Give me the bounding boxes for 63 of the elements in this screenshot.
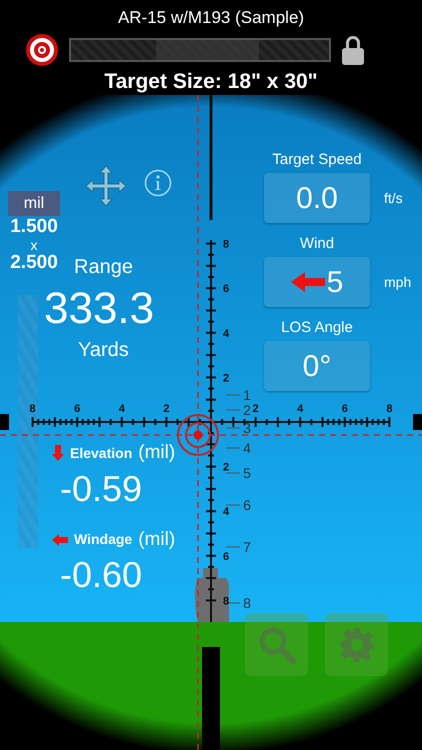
edge-marker: [413, 414, 422, 430]
range-label: Range: [74, 255, 133, 279]
scale-value: 2.500: [10, 252, 58, 274]
input-label: Wind: [298, 235, 336, 253]
correction-value: -0.60: [60, 554, 144, 596]
reticle-label: 8: [30, 403, 36, 415]
input-field[interactable]: 5: [264, 257, 370, 307]
input-field[interactable]: 0°: [264, 341, 370, 391]
down-arrow-icon: [52, 445, 64, 462]
reticle-label: 8: [222, 238, 230, 251]
reticle-label: 4: [222, 328, 230, 340]
reticle-label: 6: [222, 550, 230, 563]
range-scale-label: 5: [243, 465, 251, 481]
settings-icon: [338, 626, 374, 662]
range-value[interactable]: 333.3: [44, 283, 154, 335]
reticle-label: 2: [222, 462, 230, 474]
left-arrow-icon: [52, 534, 68, 546]
reticle-label: 4: [222, 506, 230, 518]
aim-point-icon: [177, 414, 219, 456]
input-unit: ft/s: [384, 188, 403, 208]
range-scale-label: 3: [243, 420, 251, 436]
reticle-label: 4: [297, 403, 304, 415]
range-scale-label: 7: [243, 539, 251, 555]
target-size-label: Target Size: 18" x 30": [104, 70, 318, 94]
reticle-label: 4: [118, 403, 125, 415]
info-icon[interactable]: [144, 169, 172, 197]
range-scale-label: 8: [243, 595, 251, 611]
correction-value: -0.59: [60, 468, 144, 510]
profile-selector[interactable]: [69, 38, 331, 62]
range-unit: Yards: [78, 338, 129, 362]
range-scale-label: 6: [243, 497, 251, 513]
input-label: Target Speed: [271, 151, 363, 169]
scale-separator: x: [30, 238, 38, 252]
edge-marker: [0, 414, 9, 430]
move-icon[interactable]: [85, 165, 127, 207]
correction-unit: (mil): [138, 528, 176, 552]
profile-title: AR-15 w/M193 (Sample): [118, 8, 304, 28]
range-scale-label: 2: [243, 402, 251, 418]
reticle-label: 6: [74, 403, 80, 415]
reticle-label: 8: [222, 595, 230, 608]
zoom-slider-track[interactable]: [18, 295, 38, 548]
reticle-label: 6: [342, 403, 348, 415]
reticle-label: 6: [222, 283, 230, 296]
search-icon: [256, 624, 296, 664]
input-label: LOS Angle: [280, 319, 354, 337]
reticle-label: 2: [252, 403, 259, 415]
correction-label: Elevation: [70, 444, 132, 463]
settings-button[interactable]: [325, 613, 388, 676]
left-arrow-icon: [290, 272, 325, 292]
target-icon[interactable]: [25, 33, 59, 67]
zoom-button[interactable]: [245, 613, 308, 676]
reticle-label: 2: [163, 403, 170, 415]
input-unit: mph: [384, 272, 412, 292]
scale-value: 1.500: [10, 216, 58, 238]
lock-icon[interactable]: [341, 35, 365, 65]
correction-label: Windage: [74, 530, 132, 550]
reticle-label: 8: [386, 403, 392, 415]
range-scale-label: 1: [243, 387, 251, 403]
input-field[interactable]: 0.0: [264, 173, 370, 223]
correction-unit: (mil): [138, 441, 176, 465]
reticle-label: 2: [222, 372, 230, 384]
unit-toggle[interactable]: mil: [8, 191, 60, 216]
range-scale-label: 4: [243, 440, 251, 456]
